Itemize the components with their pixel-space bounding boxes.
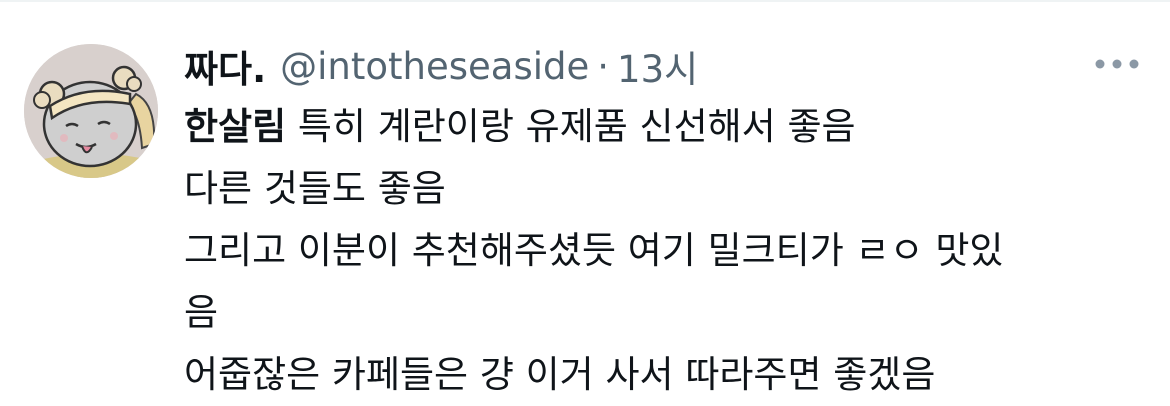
tweet-text-line-5: 어줍잖은 카페들은 걍 이거 사서 따라주면 좋겠음 xyxy=(184,353,936,396)
tweet-text-line-1: 한살림 특히 계란이랑 유제품 신선해서 좋음 xyxy=(184,96,1144,158)
avatar[interactable] xyxy=(24,44,158,178)
avatar-illustration xyxy=(24,44,158,178)
tweet-timestamp[interactable]: 13시 xyxy=(617,39,698,93)
author-handle[interactable]: @intotheseaside xyxy=(280,45,589,88)
more-horizontal-icon xyxy=(1095,59,1139,69)
more-options-button[interactable] xyxy=(1090,48,1144,80)
highlighted-keyword: 한살림 xyxy=(184,105,287,148)
tweet-text-line-2: 다른 것들도 좋음 xyxy=(184,167,446,210)
tweet-text-line-3: 그리고 이분이 추천해주셨듯 여기 밀크티가 ㄹㅇ 맛있 xyxy=(184,229,1004,272)
tweet-header: 짜다. @intotheseaside · 13시 xyxy=(184,36,698,96)
tweet-text-line-1-rest: 특히 계란이랑 유제품 신선해서 좋음 xyxy=(286,105,856,148)
header-separator: · xyxy=(597,44,610,88)
tweet-text-line-4: 음 xyxy=(184,291,219,334)
tweet-text: 한살림 특히 계란이랑 유제품 신선해서 좋음 다른 것들도 좋음 그리고 이분… xyxy=(184,96,1144,406)
tweet-card[interactable]: 짜다. @intotheseaside · 13시 한살림 특히 계란이랑 유제… xyxy=(0,0,1170,405)
author-display-name[interactable]: 짜다. xyxy=(184,39,266,93)
